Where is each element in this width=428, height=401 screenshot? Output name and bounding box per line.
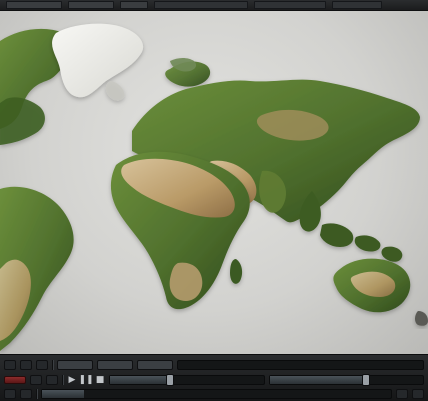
zoom-slider[interactable]	[268, 374, 424, 386]
pacific-island[interactable]	[415, 311, 428, 326]
opacity-slider-fill	[110, 376, 169, 384]
play-icon[interactable]: ▶	[67, 375, 77, 385]
tool-button-1[interactable]	[4, 360, 16, 370]
bottom-control-panel: ▶ ❚❚ ■	[0, 354, 428, 401]
pause-icon[interactable]: ❚❚	[78, 375, 93, 385]
record-button[interactable]	[4, 376, 26, 384]
controls-row-2: ▶ ❚❚ ■	[0, 373, 428, 387]
tool-button-4[interactable]	[57, 360, 93, 370]
australia[interactable]	[333, 258, 411, 313]
toolbar-item-2[interactable]	[68, 1, 114, 9]
map-viewport[interactable]	[0, 10, 428, 355]
africa[interactable]	[110, 151, 250, 310]
south-america[interactable]	[0, 186, 74, 351]
toolbar-item-5[interactable]	[254, 1, 326, 9]
maritime-southeast-asia[interactable]	[320, 223, 403, 262]
controls-row-1	[0, 358, 428, 372]
divider	[62, 375, 63, 385]
tool-button-7[interactable]	[30, 375, 42, 385]
progress-bar-fill	[42, 390, 84, 398]
tool-button-6[interactable]	[137, 360, 173, 370]
controls-row-3	[0, 387, 428, 401]
top-toolbar-items	[6, 1, 382, 9]
opacity-slider[interactable]	[109, 374, 265, 386]
tool-button-9[interactable]	[4, 389, 16, 399]
greenland[interactable]	[52, 23, 144, 101]
tool-button-10[interactable]	[20, 389, 32, 399]
toolbar-item-3[interactable]	[120, 1, 148, 9]
opacity-slider-thumb[interactable]	[165, 374, 174, 386]
timeline-field[interactable]	[177, 360, 424, 370]
tool-button-5[interactable]	[97, 360, 133, 370]
zoom-slider-fill	[269, 376, 365, 384]
tool-button-11[interactable]	[396, 389, 408, 399]
divider	[36, 389, 37, 399]
toolbar-item-1[interactable]	[6, 1, 62, 9]
progress-bar	[41, 389, 392, 399]
divider	[52, 360, 53, 370]
tool-button-3[interactable]	[36, 360, 48, 370]
world-map[interactable]	[0, 11, 428, 355]
zoom-slider-thumb[interactable]	[361, 374, 370, 386]
toolbar-item-6[interactable]	[332, 1, 382, 9]
tool-button-8[interactable]	[46, 375, 58, 385]
tool-button-2[interactable]	[20, 360, 32, 370]
toolbar-item-4[interactable]	[154, 1, 248, 9]
stop-icon[interactable]: ■	[95, 375, 105, 385]
tool-button-12[interactable]	[412, 389, 424, 399]
